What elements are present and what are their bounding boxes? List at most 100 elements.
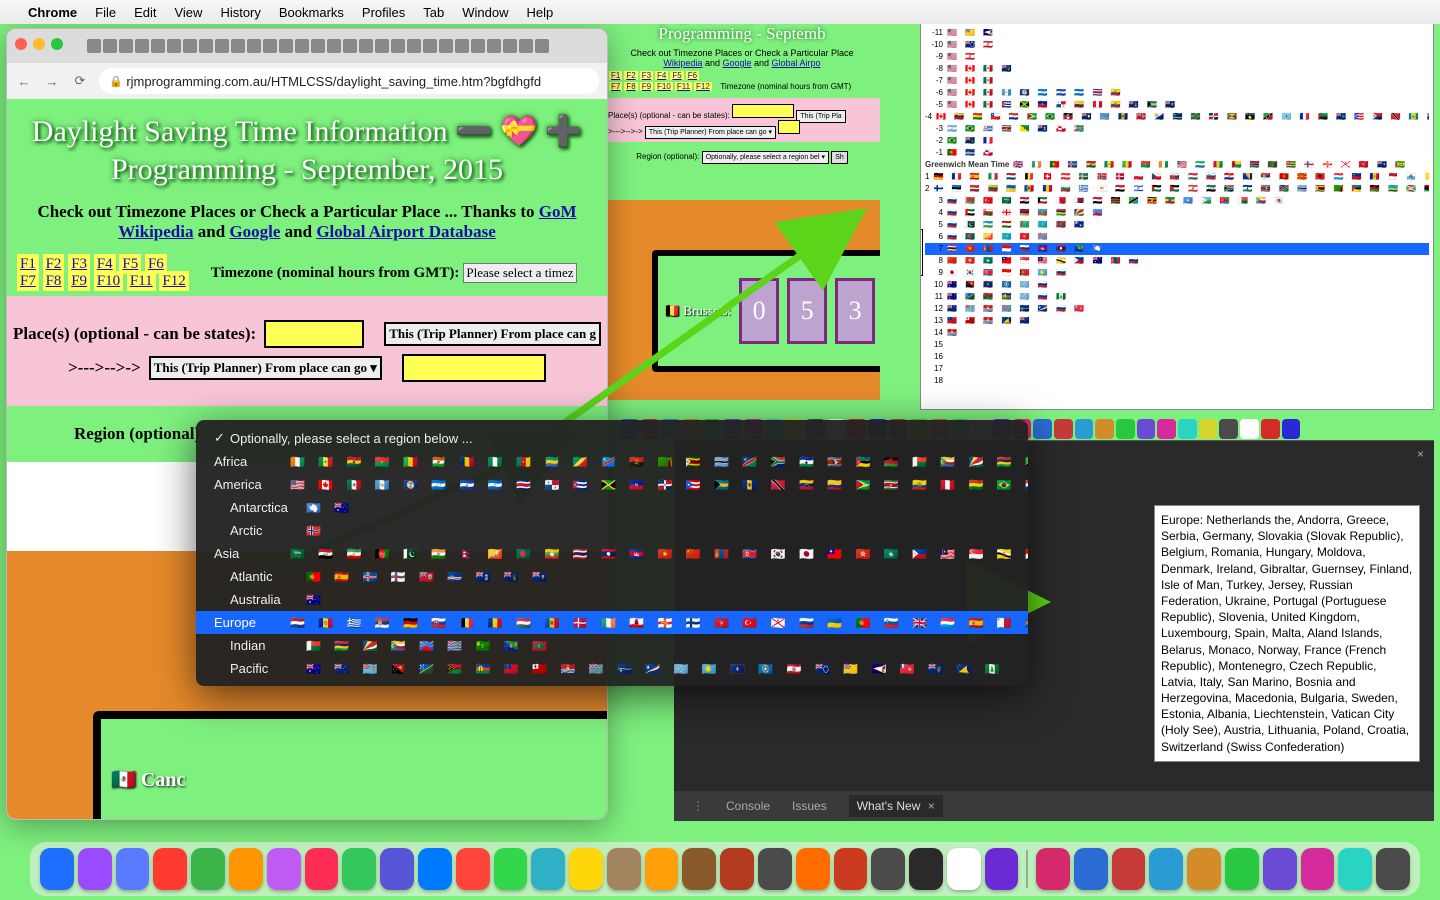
window-close-icon[interactable] bbox=[15, 38, 27, 50]
dock-app-4[interactable] bbox=[191, 848, 225, 890]
dock-app-19[interactable] bbox=[758, 848, 792, 890]
timezone-list-popup[interactable]: +7: Thailand, Vietnam, Mongolia, Indones… bbox=[920, 0, 1434, 410]
address-bar[interactable]: 🔒 rjmprogramming.com.au/HTMLCSS/daylight… bbox=[99, 68, 599, 94]
devtools-tab-whatsnew[interactable]: What's New × bbox=[849, 795, 943, 817]
tz-row--6[interactable]: -6🇺🇸 🇨🇦 🇲🇽 🇬🇹 🇧🇿 🇭🇳 🇸🇻 🇳🇮 🇨🇷 🇪🇨 bbox=[925, 87, 1429, 99]
menu-history[interactable]: History bbox=[220, 5, 260, 20]
link-google[interactable]: Google bbox=[229, 222, 280, 241]
region-option-asia[interactable]: Asia🇸🇦 🇮🇶 🇮🇷 🇦🇫 🇵🇰 🇮🇳 🇳🇵 🇧🇹 🇧🇩 🇲🇲 🇹🇭 🇱🇦 … bbox=[196, 542, 1028, 565]
dock-app-22[interactable] bbox=[871, 848, 905, 890]
minidock-app-22[interactable] bbox=[1075, 419, 1094, 439]
minidock-app-24[interactable] bbox=[1116, 419, 1135, 439]
tz-row-3[interactable]: 3🇷🇺 🇧🇾 🇹🇷 🇸🇦 🇮🇶 🇰🇼 🇧🇭 🇶🇦 🇾🇪 🇰🇪 🇹🇿 🇺🇬 🇪🇹 … bbox=[925, 195, 1429, 207]
region-option-placeholder[interactable]: ✓Optionally, please select a region belo… bbox=[196, 426, 1028, 450]
tz-row--8[interactable]: -8🇺🇸 🇨🇦 🇲🇽 🇵🇳 bbox=[925, 63, 1429, 75]
win2-fkey-F3[interactable]: F3 bbox=[640, 71, 653, 80]
win2-fkey-F11[interactable]: F11 bbox=[675, 82, 692, 91]
dock-app-26[interactable] bbox=[1036, 848, 1070, 890]
tz-row-12[interactable]: 12🇳🇿 🇫🇯 🇰🇮 🇹🇻 🇳🇷 🇲🇭 🇷🇺 🇼🇫 bbox=[925, 303, 1429, 315]
devtools-close-icon[interactable]: × bbox=[1417, 447, 1424, 461]
devtools-tab-close-icon[interactable]: × bbox=[928, 799, 935, 813]
dock-app-8[interactable] bbox=[342, 848, 376, 890]
win2-fkey-F12[interactable]: F12 bbox=[694, 82, 712, 91]
win2-link-gad[interactable]: Global Airpo bbox=[772, 58, 821, 68]
minidock-app-27[interactable] bbox=[1178, 419, 1197, 439]
link-wikipedia[interactable]: Wikipedia bbox=[118, 222, 193, 241]
menu-window[interactable]: Window bbox=[462, 5, 508, 20]
places-input-2[interactable] bbox=[402, 354, 546, 382]
tz-row-10[interactable]: 10🇦🇺 🇵🇬 🇬🇺 🇲🇵 🇫🇲 🇷🇺 bbox=[925, 279, 1429, 291]
devtools-tab-console[interactable]: Console bbox=[726, 799, 770, 813]
dock-app-34[interactable] bbox=[1338, 848, 1372, 890]
tz-row-8[interactable]: 8🇨🇳 🇭🇰 🇲🇴 🇹🇼 🇸🇬 🇲🇾 🇧🇳 🇵🇭 🇦🇺 🇲🇳 🇷🇺 bbox=[925, 255, 1429, 267]
minidock-app-20[interactable] bbox=[1033, 419, 1052, 439]
forward-button[interactable]: → bbox=[43, 74, 61, 89]
tz-row-13[interactable]: 13🇼🇸 🇹🇴 🇰🇮 🇹🇰 🇳🇿 bbox=[925, 315, 1429, 327]
region-option-africa[interactable]: Africa🇨🇮 🇸🇳 🇬🇭 🇧🇫 🇲🇱 🇳🇪 🇹🇩 🇳🇬 🇨🇲 🇬🇦 🇨🇬 🇨… bbox=[196, 450, 1028, 473]
fkey-F11[interactable]: F11 bbox=[127, 271, 156, 291]
dock-app-16[interactable] bbox=[645, 848, 679, 890]
win2-region-sel[interactable]: Optionally, please select a region bel ▾ bbox=[702, 151, 829, 164]
minidock-app-25[interactable] bbox=[1137, 419, 1156, 439]
window-minimize-icon[interactable] bbox=[33, 38, 45, 50]
tab-row[interactable] bbox=[87, 39, 549, 53]
minidock-app-28[interactable] bbox=[1199, 419, 1218, 439]
tz-row-11[interactable]: 11🇦🇺 🇸🇧 🇻🇺 🇳🇨 🇫🇲 🇷🇺 🇳🇫 bbox=[925, 291, 1429, 303]
tz-row-15[interactable]: 15 bbox=[925, 339, 1429, 351]
tz-row-6[interactable]: 6🇷🇺 🇧🇩 🇧🇹 🇰🇿 🇰🇬 🇮🇴 bbox=[925, 231, 1429, 243]
tz-row-18[interactable]: 18 bbox=[925, 375, 1429, 387]
tz-row-9[interactable]: 9🇯🇵 🇰🇷 🇰🇵 🇮🇩 🇹🇱 🇵🇼 🇷🇺 bbox=[925, 267, 1429, 279]
region-option-pacific[interactable]: Pacific🇦🇺 🇳🇿 🇫🇯 🇵🇬 🇸🇧 🇻🇺 🇳🇨 🇼🇸 🇹🇴 🇰🇮 🇹🇻 … bbox=[196, 657, 1028, 680]
dock-app-35[interactable] bbox=[1376, 848, 1410, 890]
tz-row--3[interactable]: -3🇦🇷 🇧🇷 🇺🇾 🇸🇷 🇬🇫 🇫🇰 🇬🇱 🇵🇲 bbox=[925, 123, 1429, 135]
tz-row--1[interactable]: -1🇵🇹 🇨🇻 🇬🇱 bbox=[925, 147, 1429, 159]
menu-profiles[interactable]: Profiles bbox=[362, 5, 405, 20]
dock-app-17[interactable] bbox=[682, 848, 716, 890]
reload-button[interactable]: ⟳ bbox=[71, 73, 89, 89]
win2-fkey-F7[interactable]: F7 bbox=[609, 82, 622, 91]
region-option-antarctica[interactable]: Antarctica🇦🇶 🇦🇺 bbox=[196, 496, 1028, 519]
link-gom[interactable]: GoM bbox=[539, 202, 577, 221]
fkey-F12[interactable]: F12 bbox=[159, 271, 188, 291]
dock-app-32[interactable] bbox=[1263, 848, 1297, 890]
dock-app-13[interactable] bbox=[531, 848, 565, 890]
dock-app-21[interactable] bbox=[834, 848, 868, 890]
dock-app-28[interactable] bbox=[1112, 848, 1146, 890]
minidock-app-31[interactable] bbox=[1261, 419, 1280, 439]
tz-row-4[interactable]: 4🇷🇺 🇦🇪 🇴🇲 🇬🇪 🇦🇲 🇦🇿 🇲🇺 🇸🇨 🇷🇪 bbox=[925, 207, 1429, 219]
region-option-europe[interactable]: Europe🇳🇱 🇦🇩 🇬🇷 🇷🇸 🇩🇪 🇸🇰 🇧🇪 🇷🇴 🇭🇺 🇲🇩 🇩🇰 🇮… bbox=[196, 611, 1028, 634]
dock-app-18[interactable] bbox=[720, 848, 754, 890]
fkey-F9[interactable]: F9 bbox=[68, 271, 90, 291]
tz-row-5[interactable]: 5🇷🇺 🇵🇰 🇺🇿 🇹🇯 🇹🇲 🇰🇿 🇲🇻 🇹🇫 bbox=[925, 219, 1429, 231]
win2-link-wiki[interactable]: Wikipedia bbox=[663, 58, 702, 68]
dock-app-12[interactable] bbox=[494, 848, 528, 890]
fkey-F8[interactable]: F8 bbox=[43, 271, 65, 291]
devtools-drag-icon[interactable]: ⋮ bbox=[692, 799, 704, 813]
win2-places-input[interactable] bbox=[732, 104, 794, 118]
region-option-atlantic[interactable]: Atlantic🇵🇹 🇪🇸 🇮🇸 🇫🇴 🇧🇲 🇨🇻 🇫🇰 🇬🇸 🇸🇭 bbox=[196, 565, 1028, 588]
dock-app-29[interactable] bbox=[1149, 848, 1183, 890]
win2-fkey-F5[interactable]: F5 bbox=[670, 71, 683, 80]
region-dropdown-open[interactable]: ✓Optionally, please select a region belo… bbox=[196, 420, 1028, 686]
menu-edit[interactable]: Edit bbox=[134, 5, 156, 20]
tz-row-17[interactable]: 17 bbox=[925, 363, 1429, 375]
tz-row--5[interactable]: -5🇺🇸 🇨🇦 🇲🇽 🇨🇺 🇯🇲 🇭🇹 🇵🇦 🇨🇴 🇵🇪 🇪🇨 🇰🇾 🇧🇸 🇹🇨 bbox=[925, 99, 1429, 111]
window-zoom-icon[interactable] bbox=[51, 38, 63, 50]
menu-tab[interactable]: Tab bbox=[423, 5, 444, 20]
dock[interactable] bbox=[30, 842, 1420, 896]
dock-app-1[interactable] bbox=[78, 848, 112, 890]
minidock-app-26[interactable] bbox=[1157, 419, 1176, 439]
win2-link-google[interactable]: Google bbox=[722, 58, 751, 68]
win2-fkey-F6[interactable]: F6 bbox=[686, 71, 699, 80]
win2-fkey-F10[interactable]: F10 bbox=[655, 82, 673, 91]
dock-app-15[interactable] bbox=[607, 848, 641, 890]
dock-app-25[interactable] bbox=[985, 848, 1019, 890]
menu-bookmarks[interactable]: Bookmarks bbox=[279, 5, 344, 20]
minidock-app-23[interactable] bbox=[1095, 419, 1114, 439]
win2-places-input-2[interactable] bbox=[778, 120, 800, 134]
win2-fkey-F2[interactable]: F2 bbox=[624, 71, 637, 80]
dock-app-6[interactable] bbox=[267, 848, 301, 890]
minidock-app-21[interactable] bbox=[1054, 419, 1073, 439]
region-option-america[interactable]: America🇺🇸 🇨🇦 🇲🇽 🇬🇹 🇧🇿 🇭🇳 🇸🇻 🇳🇮 🇨🇷 🇵🇦 🇨🇺 … bbox=[196, 473, 1028, 496]
region-option-australia[interactable]: Australia🇦🇺 bbox=[196, 588, 1028, 611]
